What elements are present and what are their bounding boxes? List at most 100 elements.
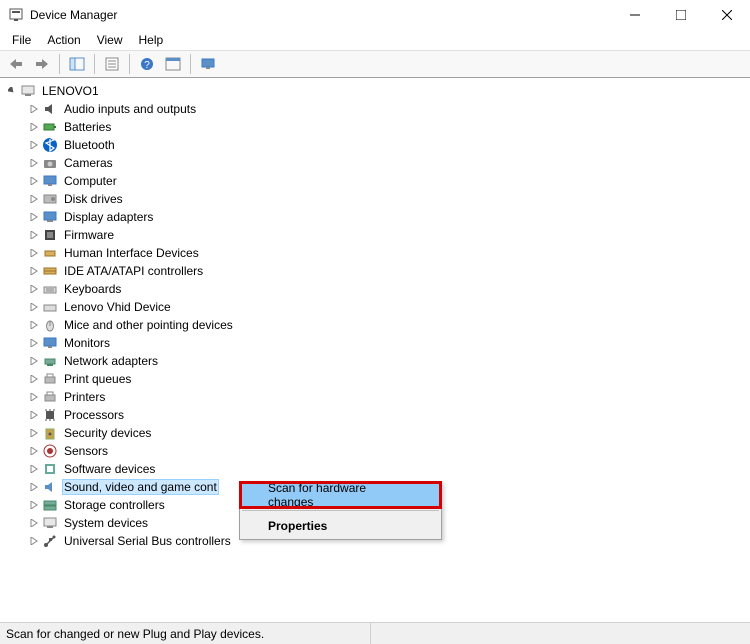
tree-item-label[interactable]: Printers bbox=[62, 389, 107, 405]
chevron-right-icon[interactable] bbox=[28, 211, 40, 223]
maximize-button[interactable] bbox=[658, 0, 704, 30]
computer-icon bbox=[20, 83, 36, 99]
root-label[interactable]: LENOVO1 bbox=[40, 83, 101, 99]
device-category-icon bbox=[42, 335, 58, 351]
ctx-properties[interactable]: Properties bbox=[240, 513, 441, 539]
chevron-right-icon[interactable] bbox=[28, 517, 40, 529]
menu-help[interactable]: Help bbox=[131, 31, 172, 49]
chevron-right-icon[interactable] bbox=[28, 103, 40, 115]
chevron-right-icon[interactable] bbox=[28, 157, 40, 169]
chevron-right-icon[interactable] bbox=[28, 283, 40, 295]
tree-item-label[interactable]: Keyboards bbox=[62, 281, 123, 297]
tree-item[interactable]: Lenovo Vhid Device bbox=[6, 298, 750, 316]
tree-item[interactable]: IDE ATA/ATAPI controllers bbox=[6, 262, 750, 280]
tree-item[interactable]: Software devices bbox=[6, 460, 750, 478]
tree-item[interactable]: Audio inputs and outputs bbox=[6, 100, 750, 118]
titlebar: Device Manager bbox=[0, 0, 750, 30]
chevron-right-icon[interactable] bbox=[28, 499, 40, 511]
chevron-right-icon[interactable] bbox=[28, 481, 40, 493]
tree-item-label[interactable]: Processors bbox=[62, 407, 126, 423]
device-category-icon bbox=[42, 371, 58, 387]
chevron-right-icon[interactable] bbox=[28, 301, 40, 313]
chevron-right-icon[interactable] bbox=[28, 373, 40, 385]
device-category-icon bbox=[42, 191, 58, 207]
tree-item-label[interactable]: Computer bbox=[62, 173, 119, 189]
menu-action[interactable]: Action bbox=[39, 31, 88, 49]
chevron-right-icon[interactable] bbox=[28, 193, 40, 205]
tree-item[interactable]: Print queues bbox=[6, 370, 750, 388]
tree-item-label[interactable]: Display adapters bbox=[62, 209, 155, 225]
tree-item[interactable]: Cameras bbox=[6, 154, 750, 172]
chevron-right-icon[interactable] bbox=[28, 337, 40, 349]
chevron-right-icon[interactable] bbox=[28, 247, 40, 259]
chevron-right-icon[interactable] bbox=[28, 463, 40, 475]
tree-item-label[interactable]: Security devices bbox=[62, 425, 153, 441]
tree-item-label[interactable]: Software devices bbox=[62, 461, 157, 477]
device-category-icon bbox=[42, 281, 58, 297]
chevron-right-icon[interactable] bbox=[28, 427, 40, 439]
forward-button[interactable] bbox=[30, 53, 54, 75]
minimize-button[interactable] bbox=[612, 0, 658, 30]
chevron-right-icon[interactable] bbox=[28, 121, 40, 133]
tree-item-label[interactable]: Cameras bbox=[62, 155, 115, 171]
tree-item[interactable]: Disk drives bbox=[6, 190, 750, 208]
tree-item[interactable]: Monitors bbox=[6, 334, 750, 352]
tree-item[interactable]: Human Interface Devices bbox=[6, 244, 750, 262]
device-tree[interactable]: LENOVO1 Audio inputs and outputs Batterie… bbox=[0, 80, 750, 622]
tree-item-label[interactable]: Human Interface Devices bbox=[62, 245, 201, 261]
tree-item-label[interactable]: Lenovo Vhid Device bbox=[62, 299, 173, 315]
tree-item-label[interactable]: Batteries bbox=[62, 119, 113, 135]
tree-item-label[interactable]: Audio inputs and outputs bbox=[62, 101, 198, 117]
tree-item[interactable]: Display adapters bbox=[6, 208, 750, 226]
tree-item-label[interactable]: Disk drives bbox=[62, 191, 125, 207]
tree-item-label[interactable]: Storage controllers bbox=[62, 497, 167, 513]
tree-item[interactable]: Network adapters bbox=[6, 352, 750, 370]
devices-printers-button[interactable] bbox=[196, 53, 220, 75]
tree-root[interactable]: LENOVO1 bbox=[6, 82, 750, 100]
tree-item-label[interactable]: Firmware bbox=[62, 227, 116, 243]
back-button[interactable] bbox=[4, 53, 28, 75]
expand-icon[interactable] bbox=[6, 85, 18, 97]
tree-item-label[interactable]: System devices bbox=[62, 515, 150, 531]
tree-item[interactable]: Printers bbox=[6, 388, 750, 406]
chevron-right-icon[interactable] bbox=[28, 229, 40, 241]
chevron-right-icon[interactable] bbox=[28, 445, 40, 457]
tree-item[interactable]: Firmware bbox=[6, 226, 750, 244]
chevron-right-icon[interactable] bbox=[28, 535, 40, 547]
show-hide-console-tree-button[interactable] bbox=[65, 53, 89, 75]
chevron-right-icon[interactable] bbox=[28, 409, 40, 421]
tree-item[interactable]: Keyboards bbox=[6, 280, 750, 298]
tree-item-label[interactable]: Sensors bbox=[62, 443, 110, 459]
chevron-right-icon[interactable] bbox=[28, 265, 40, 277]
tree-item[interactable]: Mice and other pointing devices bbox=[6, 316, 750, 334]
tree-item-label[interactable]: Bluetooth bbox=[62, 137, 117, 153]
tree-item[interactable]: Processors bbox=[6, 406, 750, 424]
tree-item-label[interactable]: Print queues bbox=[62, 371, 133, 387]
device-category-icon bbox=[42, 443, 58, 459]
tree-item[interactable]: Computer bbox=[6, 172, 750, 190]
tree-item-label[interactable]: Network adapters bbox=[62, 353, 160, 369]
chevron-right-icon[interactable] bbox=[28, 355, 40, 367]
tree-item[interactable]: Security devices bbox=[6, 424, 750, 442]
menu-file[interactable]: File bbox=[4, 31, 39, 49]
tree-item-label[interactable]: Sound, video and game cont bbox=[62, 479, 219, 495]
device-category-icon bbox=[42, 155, 58, 171]
chevron-right-icon[interactable] bbox=[28, 175, 40, 187]
close-button[interactable] bbox=[704, 0, 750, 30]
properties-button[interactable] bbox=[100, 53, 124, 75]
menu-view[interactable]: View bbox=[89, 31, 131, 49]
scan-hardware-button[interactable] bbox=[161, 53, 185, 75]
ctx-scan-hardware[interactable]: Scan for hardware changes bbox=[240, 482, 441, 508]
tree-item-label[interactable]: Monitors bbox=[62, 335, 112, 351]
tree-item-label[interactable]: Mice and other pointing devices bbox=[62, 317, 235, 333]
tree-item[interactable]: Batteries bbox=[6, 118, 750, 136]
chevron-right-icon[interactable] bbox=[28, 319, 40, 331]
chevron-right-icon[interactable] bbox=[28, 139, 40, 151]
tree-item-label[interactable]: Universal Serial Bus controllers bbox=[62, 533, 233, 549]
device-category-icon bbox=[42, 317, 58, 333]
help-button[interactable]: ? bbox=[135, 53, 159, 75]
tree-item-label[interactable]: IDE ATA/ATAPI controllers bbox=[62, 263, 205, 279]
tree-item[interactable]: Bluetooth bbox=[6, 136, 750, 154]
tree-item[interactable]: Sensors bbox=[6, 442, 750, 460]
chevron-right-icon[interactable] bbox=[28, 391, 40, 403]
